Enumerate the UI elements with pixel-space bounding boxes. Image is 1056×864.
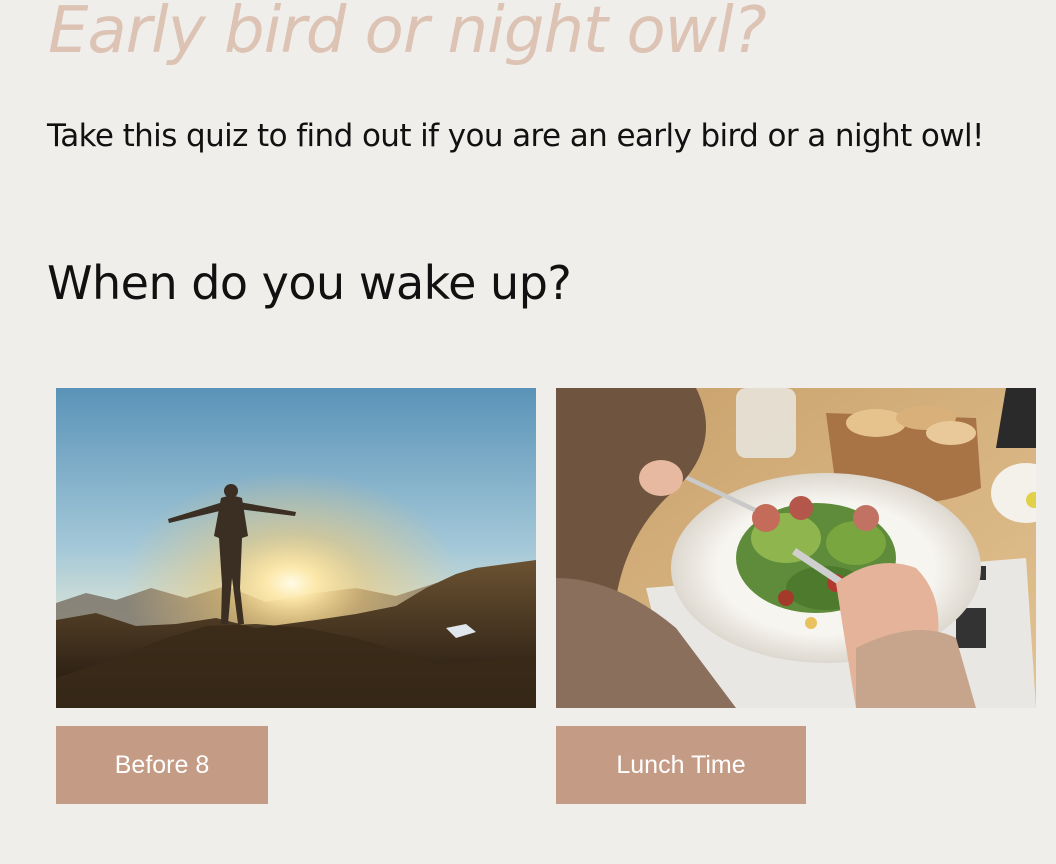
sunrise-photo xyxy=(56,388,536,708)
intro-text: Take this quiz to find out if you are an… xyxy=(47,118,984,154)
page-title: Early bird or night owl? xyxy=(48,0,767,68)
answer-image-lunch[interactable] xyxy=(556,388,1036,708)
answer-image-sunrise[interactable] xyxy=(56,388,536,708)
answer-button-lunch-time[interactable]: Lunch Time xyxy=(556,726,806,804)
answer-button-before-8[interactable]: Before 8 xyxy=(56,726,268,804)
salad-photo xyxy=(556,388,1036,708)
question-heading: When do you wake up? xyxy=(47,256,572,310)
